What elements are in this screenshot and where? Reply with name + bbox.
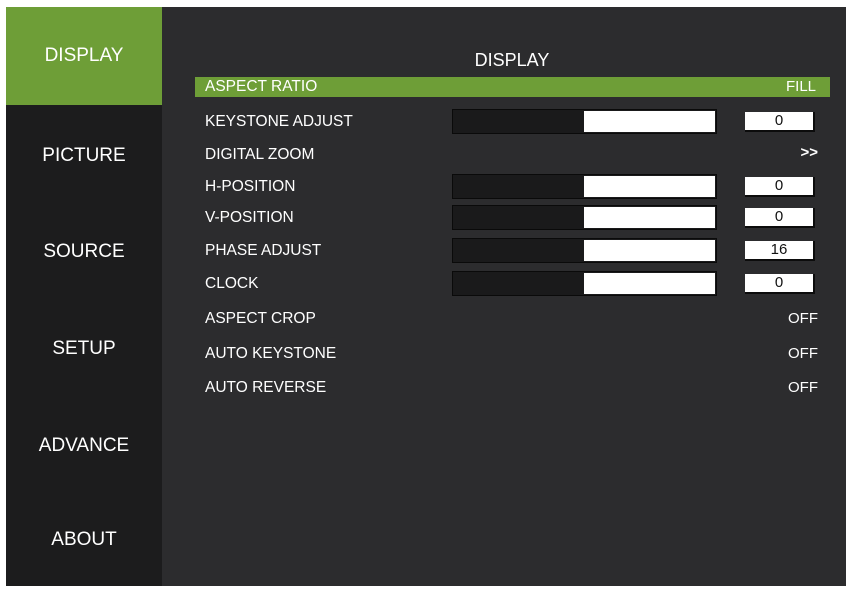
submenu-arrow-icon: >> [800,144,818,161]
sidebar: DISPLAY PICTURE SOURCE SETUP ADVANCE ABO… [6,7,162,586]
value-box: 0 [745,177,815,197]
row-aspect-crop[interactable]: ASPECT CROP OFF [195,308,830,330]
sidebar-item-advance[interactable]: ADVANCE [6,397,162,495]
phase-adjust-slider[interactable] [452,238,717,263]
row-value: OFF [788,310,818,327]
sidebar-item-label: ADVANCE [38,435,130,456]
slider-fill [583,240,715,261]
row-label: H-POSITION [205,178,296,195]
sidebar-item-label: ABOUT [51,529,117,550]
value-box: 0 [745,112,815,132]
row-value: FILL [785,78,816,95]
row-clock[interactable]: CLOCK 0 [195,271,830,296]
row-v-position[interactable]: V-POSITION 0 [195,205,830,230]
slider-fill [583,111,715,132]
sidebar-item-label: PICTURE [42,145,126,166]
row-value: OFF [788,345,818,362]
row-label: DIGITAL ZOOM [205,146,315,163]
v-position-slider[interactable] [452,205,717,230]
sidebar-item-picture[interactable]: PICTURE [6,107,162,205]
slider-fill [583,176,715,197]
row-label: AUTO REVERSE [205,379,327,396]
row-phase-adjust[interactable]: PHASE ADJUST 16 [195,238,830,263]
row-label: AUTO KEYSTONE [205,345,337,362]
row-auto-reverse[interactable]: AUTO REVERSE OFF [195,377,830,399]
value-box: 0 [745,274,815,294]
sidebar-item-setup[interactable]: SETUP [6,300,162,398]
sidebar-item-source[interactable]: SOURCE [6,203,162,301]
row-label: PHASE ADJUST [205,242,322,259]
keystone-slider[interactable] [452,109,717,134]
osd-menu: DISPLAY PICTURE SOURCE SETUP ADVANCE ABO… [6,7,846,586]
clock-slider[interactable] [452,271,717,296]
sidebar-item-label: SOURCE [43,241,125,262]
row-value: OFF [788,379,818,396]
panel-title: DISPLAY [474,50,550,70]
row-digital-zoom[interactable]: DIGITAL ZOOM >> [195,144,830,166]
value-box: 0 [745,208,815,228]
row-label: ASPECT CROP [205,310,316,327]
slider-fill [583,273,715,294]
row-h-position[interactable]: H-POSITION 0 [195,174,830,199]
sidebar-item-label: SETUP [52,338,116,359]
row-keystone-adjust[interactable]: KEYSTONE ADJUST 0 [195,109,830,134]
row-label: ASPECT RATIO [205,78,318,95]
row-label: CLOCK [205,275,259,292]
sidebar-item-label: DISPLAY [44,45,124,66]
slider-fill [583,207,715,228]
sidebar-item-display[interactable]: DISPLAY [6,7,162,105]
value-box: 16 [745,241,815,261]
row-auto-keystone[interactable]: AUTO KEYSTONE OFF [195,343,830,365]
row-aspect-ratio[interactable]: ASPECT RATIO FILL [195,77,830,97]
sidebar-item-about[interactable]: ABOUT [6,491,162,589]
row-label: V-POSITION [205,209,294,226]
row-label: KEYSTONE ADJUST [205,113,353,130]
h-position-slider[interactable] [452,174,717,199]
